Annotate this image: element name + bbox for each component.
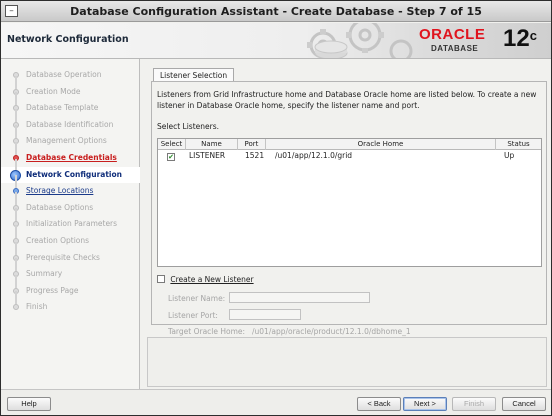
- listener-port-label: Listener Port:: [168, 311, 218, 320]
- step-label: Database Options: [26, 202, 94, 212]
- step-connector: [15, 191, 17, 205]
- step-connector: [15, 274, 17, 288]
- wizard-step[interactable]: Management Options: [1, 125, 140, 149]
- column-header-select[interactable]: Select: [158, 139, 186, 150]
- step-label: Storage Locations: [26, 186, 94, 196]
- step-connector: [15, 75, 17, 89]
- target-oracle-home-value: /u01/app/oracle/product/12.1.0/dbhome_1: [252, 327, 411, 336]
- oracle-brand-text: ORACLE: [419, 26, 486, 43]
- next-button[interactable]: Next >: [403, 397, 447, 411]
- step-label: Creation Mode: [26, 86, 81, 96]
- wizard-step[interactable]: Database Operation: [1, 67, 140, 83]
- wizard-step[interactable]: Database Template: [1, 92, 140, 116]
- wizard-step: Summary: [1, 258, 140, 282]
- step-label: Prerequisite Checks: [26, 252, 100, 262]
- step-connector: [15, 92, 17, 106]
- cancel-button[interactable]: Cancel: [502, 397, 546, 411]
- page-title: Network Configuration: [7, 34, 129, 45]
- step-connector: [15, 258, 17, 272]
- listener-home-cell: /u01/app/12.1.0/grid: [275, 151, 353, 160]
- wizard-step: Finish: [1, 291, 140, 315]
- step-status-icon: [13, 304, 19, 311]
- step-label: Finish: [26, 302, 48, 312]
- listener-name-field[interactable]: [229, 292, 370, 303]
- wizard-step[interactable]: Storage Locations: [1, 175, 140, 199]
- select-listeners-label: Select Listeners.: [157, 122, 219, 131]
- step-label: Summary: [26, 269, 63, 279]
- listener-name-cell: LISTENER: [189, 151, 226, 160]
- listener-port-cell: 1521: [245, 151, 265, 160]
- wizard-step: Creation Options: [1, 225, 140, 249]
- step-label: Database Identification: [26, 119, 114, 129]
- table-header: Select Name Port Oracle Home Status: [158, 139, 541, 150]
- step-label: Database Operation: [26, 70, 102, 79]
- listener-description: Listeners from Grid Infrastructure home …: [157, 90, 537, 110]
- step-connector: [15, 208, 17, 222]
- listener-name-label: Listener Name:: [168, 294, 226, 303]
- table-row[interactable]: ✔ LISTENER 1521 /u01/app/12.1.0/grid Up: [158, 150, 541, 161]
- oracle-logo: ORACLE DATABASE: [419, 27, 505, 53]
- version-suffix: c: [529, 28, 537, 43]
- wizard-step[interactable]: Database Identification: [1, 108, 140, 133]
- wizard-step[interactable]: Creation Mode: [1, 75, 140, 100]
- wizard-step: Progress Page: [1, 274, 140, 299]
- column-header-status[interactable]: Status: [496, 139, 541, 150]
- wizard-step[interactable]: Network Configuration: [1, 158, 140, 183]
- steps-sidebar: Database Operation Creation Mode Database …: [1, 59, 140, 389]
- oracle-database-text: DATABASE: [431, 44, 479, 53]
- step-label: Initialization Parameters: [26, 219, 118, 229]
- step-label: Database Credentials: [26, 153, 117, 162]
- step-connector: [15, 125, 17, 139]
- listener-select-checkbox[interactable]: ✔: [167, 150, 175, 161]
- window-title: Database Configuration Assistant - Creat…: [70, 5, 482, 18]
- listeners-table: Select Name Port Oracle Home Status ✔ LI…: [157, 138, 542, 267]
- column-header-port[interactable]: Port: [238, 139, 266, 150]
- page-header: Network Configuration ORACLE DATABASE 12…: [1, 23, 551, 59]
- step-connector: [15, 241, 17, 255]
- step-connector: [15, 291, 17, 305]
- finish-button[interactable]: Finish: [452, 397, 496, 411]
- step-connector: [15, 175, 17, 189]
- target-oracle-home-label: Target Oracle Home:: [168, 327, 246, 336]
- title-bar: – Database Configuration Assistant - Cre…: [1, 1, 551, 22]
- version-badge: 12c: [503, 26, 537, 52]
- step-label: Progress Page: [26, 285, 79, 295]
- tab-listener-selection[interactable]: Listener Selection: [153, 68, 235, 82]
- gears-graphic-icon: [307, 23, 413, 58]
- step-label: Creation Options: [26, 236, 90, 245]
- checkbox-box[interactable]: [157, 275, 165, 283]
- back-button[interactable]: < Back: [357, 397, 401, 411]
- create-new-listener-checkbox[interactable]: Create a New Listener: [157, 274, 254, 284]
- column-header-name[interactable]: Name: [186, 139, 238, 150]
- wizard-step: Database Options: [1, 191, 140, 216]
- step-label: Network Configuration: [26, 169, 122, 179]
- wizard-step[interactable]: Database Credentials: [1, 142, 140, 166]
- listener-status-cell: Up: [504, 151, 515, 160]
- wizard-step: Prerequisite Checks: [1, 241, 140, 266]
- version-number: 12: [503, 25, 530, 52]
- step-label: Management Options: [26, 136, 107, 146]
- step-connector: [15, 142, 17, 155]
- listener-selection-panel: Listeners from Grid Infrastructure home …: [151, 81, 547, 336]
- wizard-step: Initialization Parameters: [1, 208, 140, 232]
- help-button[interactable]: Help: [7, 397, 51, 411]
- column-header-oracle-home[interactable]: Oracle Home: [266, 139, 496, 150]
- step-connector: [15, 108, 17, 122]
- main-content: Listener Selection Listeners from Grid I…: [141, 59, 551, 389]
- message-area: [147, 337, 547, 387]
- dbca-window: – Database Configuration Assistant - Cre…: [0, 0, 552, 416]
- step-connector: [15, 225, 17, 238]
- listener-port-field[interactable]: [229, 309, 301, 320]
- create-new-listener-label: Create a New Listener: [170, 275, 254, 284]
- step-label: Database Template: [26, 103, 99, 113]
- button-bar: Help < Back Next > Finish Cancel: [1, 389, 551, 415]
